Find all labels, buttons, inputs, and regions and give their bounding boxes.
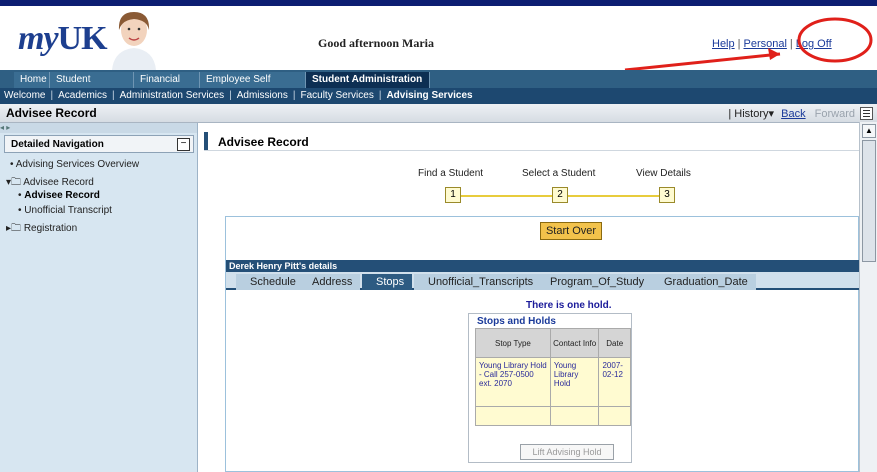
vertical-scrollbar[interactable]: ▲ xyxy=(859,122,877,472)
nav-label: Advising Services Overview xyxy=(15,159,140,170)
table-row-blank xyxy=(475,406,631,426)
detailed-navigation-pane: ◂ ▸ Detailed Navigation − • Advising Ser… xyxy=(0,123,198,472)
greeting-text: Good afternoon Maria xyxy=(318,36,434,50)
stops-and-holds-title: Stops and Holds xyxy=(477,316,556,327)
nav-unofficial-transcript[interactable]: • Unofficial Transcript xyxy=(18,205,112,216)
subnav-admissions[interactable]: Admissions xyxy=(237,90,288,101)
pane-expand-toggle[interactable]: ◂ ▸ xyxy=(0,123,197,133)
subnav-welcome[interactable]: Welcome xyxy=(4,90,46,101)
lift-advising-hold-button[interactable]: Lift Advising Hold xyxy=(520,444,614,460)
header-accent xyxy=(204,132,208,150)
stops-and-holds-box: Stops and Holds Stop Type Contact Info D… xyxy=(468,313,632,463)
page-title: Advisee Record xyxy=(6,106,97,120)
separator: | xyxy=(378,90,382,101)
header-links: Help | Personal | Log Off xyxy=(712,38,832,50)
subnav-administration-services[interactable]: Administration Services xyxy=(120,90,224,101)
table-row: Young Library Hold - Call 257-0500 ext. … xyxy=(475,357,631,407)
tab-student-administration[interactable]: Student Administration xyxy=(306,72,430,88)
folder-open-icon: ▾🗀 xyxy=(6,177,22,188)
nav-label: Registration xyxy=(23,223,78,234)
tab-student-services[interactable]: Student Services xyxy=(50,72,134,101)
hold-count-message: There is one hold. xyxy=(526,300,612,311)
step-2[interactable]: 2 xyxy=(552,187,568,203)
tab-schedule[interactable]: Schedule xyxy=(236,274,304,290)
holds-table: Stop Type Contact Info Date Young Librar… xyxy=(475,328,631,426)
separator: | xyxy=(292,90,296,101)
separator: | xyxy=(789,38,793,50)
folder-closed-icon: ▸🗀 xyxy=(6,223,22,234)
detailed-navigation-header: Detailed Navigation − xyxy=(4,135,194,153)
column-header-date: Date xyxy=(598,328,631,358)
step-label-find: Find a Student xyxy=(418,168,484,179)
nav-label: Advisee Record xyxy=(24,190,100,201)
step-1[interactable]: 1 xyxy=(445,187,461,203)
cell-stop-type: Young Library Hold - Call 257-0500 ext. … xyxy=(475,357,551,407)
main-tab-bar: Home Student Services Financial Aid Empl… xyxy=(0,70,877,101)
column-header-stop-type: Stop Type xyxy=(475,328,551,358)
cell-date: 2007-02-12 xyxy=(598,357,631,407)
tab-address[interactable]: Address xyxy=(298,274,361,290)
nav-label: Unofficial Transcript xyxy=(24,205,112,216)
details-tab-strip: Schedule Address Stops Unofficial_Transc… xyxy=(226,272,859,290)
step-connector xyxy=(460,195,552,197)
collapse-icon[interactable]: − xyxy=(177,138,190,151)
tab-financial-aid[interactable]: Financial Aid xyxy=(134,72,200,101)
start-over-button[interactable]: Start Over xyxy=(540,222,602,240)
scroll-up-icon[interactable]: ▲ xyxy=(862,124,876,138)
tab-employee-self-service[interactable]: Employee Self Service xyxy=(200,72,306,101)
subnav-faculty-services[interactable]: Faculty Services xyxy=(300,90,373,101)
nav-folder-registration[interactable]: ▸🗀 Registration xyxy=(6,221,77,238)
back-link[interactable]: Back xyxy=(781,108,805,120)
nav-advisee-record-selected[interactable]: • Advisee Record xyxy=(18,190,100,201)
student-details-title: Derek Henry Pitt's details xyxy=(226,260,859,272)
subnav-advising-services[interactable]: Advising Services xyxy=(386,90,472,101)
tab-program-of-study[interactable]: Program_Of_Study xyxy=(536,274,653,290)
content-header: Advisee Record xyxy=(204,132,859,151)
detailed-navigation-title: Detailed Navigation xyxy=(11,139,104,150)
step-label-view: View Details xyxy=(636,168,691,179)
myuk-logo[interactable]: myUK xyxy=(18,20,108,58)
avatar xyxy=(112,12,156,70)
sub-navigation: Welcome | Academics | Administration Service… xyxy=(0,88,877,104)
history-controls: | History▾ Back Forward xyxy=(728,107,855,120)
logo-my: my xyxy=(18,20,59,57)
logo-uk: UK xyxy=(57,20,108,57)
separator: | xyxy=(50,90,54,101)
advisee-record-content: Advisee Record Find a Student Select a S… xyxy=(204,132,859,472)
nav-label: Advisee Record xyxy=(23,177,94,188)
help-link[interactable]: Help xyxy=(712,38,735,50)
page-title-bar: Advisee Record | History▾ Back Forward xyxy=(0,104,877,123)
separator: | xyxy=(112,90,115,101)
nav-advising-services-overview[interactable]: • Advising Services Overview xyxy=(10,159,139,170)
history-dropdown-icon[interactable]: ▾ xyxy=(769,108,775,120)
tab-home[interactable]: Home xyxy=(14,72,50,88)
history-button[interactable]: History xyxy=(734,108,768,120)
cell-contact-info: Young Library Hold xyxy=(549,357,600,407)
tab-stops[interactable]: Stops xyxy=(362,274,413,290)
tab-unofficial-transcripts[interactable]: Unofficial_Transcripts xyxy=(414,274,542,290)
separator: | xyxy=(229,90,232,101)
separator: | xyxy=(728,108,732,120)
tab-graduation-date[interactable]: Graduation_Date xyxy=(650,274,756,290)
page-menu-icon[interactable] xyxy=(860,107,873,120)
step-connector xyxy=(568,195,660,197)
step-label-select: Select a Student xyxy=(522,168,596,179)
step-3[interactable]: 3 xyxy=(659,187,675,203)
column-header-contact-info: Contact Info xyxy=(549,328,600,358)
subnav-academics[interactable]: Academics xyxy=(58,90,107,101)
content-title: Advisee Record xyxy=(218,135,309,149)
forward-link[interactable]: Forward xyxy=(815,108,855,120)
scroll-thumb[interactable] xyxy=(862,140,876,262)
personalize-link[interactable]: Personal xyxy=(743,38,786,50)
separator: | xyxy=(737,38,741,50)
log-off-link[interactable]: Log Off xyxy=(796,38,832,50)
